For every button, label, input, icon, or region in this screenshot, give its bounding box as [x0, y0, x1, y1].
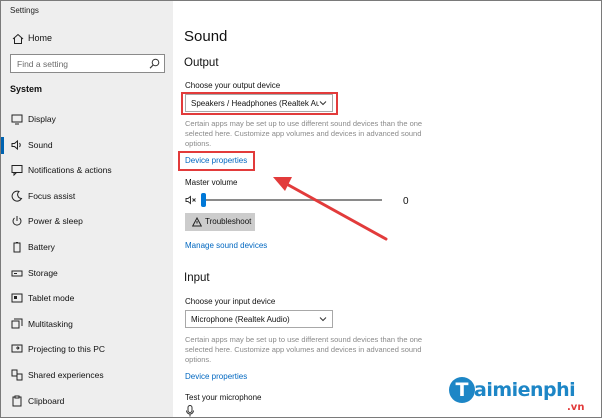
nav-list: Display Sound Notifications & actions Fo… [1, 107, 173, 414]
section-label-system: System [10, 84, 43, 94]
search-icon [149, 58, 160, 69]
input-device-dropdown[interactable]: Microphone (Realtek Audio) [185, 310, 333, 328]
sidebar: Settings Home Find a setting System Disp… [1, 1, 173, 417]
sidebar-item-label: Storage [28, 267, 58, 278]
sidebar-item-storage[interactable]: Storage [1, 261, 173, 287]
manage-sound-devices-link[interactable]: Manage sound devices [185, 241, 267, 250]
highlight-box [178, 151, 255, 171]
master-volume-label: Master volume [185, 178, 238, 187]
sidebar-item-label: Focus assist [28, 190, 76, 201]
window-title: Settings [10, 6, 39, 15]
sidebar-item-display[interactable]: Display [1, 107, 173, 133]
clipboard-icon [12, 395, 22, 407]
settings-window: Settings Home Find a setting System Disp… [0, 0, 602, 418]
tablet-icon [11, 293, 23, 303]
output-note: Certain apps may be set up to use differ… [185, 119, 423, 148]
watermark-brand: aimienphi [474, 379, 576, 401]
multitasking-icon [11, 318, 23, 329]
warning-icon [192, 217, 202, 227]
home-icon [12, 33, 24, 44]
sidebar-item-battery[interactable]: Battery [1, 235, 173, 261]
sidebar-item-tablet-mode[interactable]: Tablet mode [1, 286, 173, 312]
input-device-value: Microphone (Realtek Audio) [191, 315, 290, 324]
sidebar-item-label: Sound [28, 139, 53, 150]
projector-icon [11, 344, 23, 353]
power-icon [12, 216, 22, 226]
annotation-arrow [273, 177, 388, 241]
watermark-logo: T aimienphi .vn [449, 373, 599, 417]
test-microphone-label: Test your microphone [185, 393, 262, 402]
input-device-label: Choose your input device [185, 297, 276, 306]
microphone-icon [186, 405, 194, 417]
moon-icon [11, 190, 23, 202]
sidebar-item-label: Power & sleep [28, 216, 83, 227]
highlight-box [181, 92, 338, 115]
nav-home[interactable]: Home [1, 29, 173, 49]
sidebar-item-sound[interactable]: Sound [1, 133, 173, 159]
sidebar-item-clipboard[interactable]: Clipboard [1, 389, 173, 415]
sidebar-item-label: Shared experiences [28, 369, 104, 380]
chevron-down-icon [319, 317, 327, 322]
storage-icon [11, 270, 23, 277]
sidebar-item-label: Clipboard [28, 395, 65, 406]
sidebar-item-label: Projecting to this PC [28, 344, 106, 355]
watermark-letter: T [455, 379, 469, 401]
nav-home-label: Home [28, 33, 53, 43]
sidebar-item-power-sleep[interactable]: Power & sleep [1, 209, 173, 235]
sidebar-item-shared-experiences[interactable]: Shared experiences [1, 363, 173, 389]
troubleshoot-button[interactable]: Troubleshoot [185, 213, 255, 231]
input-device-properties-link[interactable]: Device properties [185, 372, 247, 381]
slider-thumb[interactable] [201, 193, 206, 207]
notification-icon [11, 165, 23, 177]
watermark-badge: T [449, 377, 475, 403]
battery-icon [13, 241, 21, 253]
sidebar-item-projecting[interactable]: Projecting to this PC [1, 337, 173, 363]
sidebar-item-label: Multitasking [28, 318, 73, 329]
output-heading: Output [184, 57, 219, 69]
shared-icon [11, 369, 23, 381]
sidebar-item-multitasking[interactable]: Multitasking [1, 312, 173, 338]
search-placeholder: Find a setting [17, 59, 69, 69]
input-note: Certain apps may be set up to use differ… [185, 335, 423, 364]
sidebar-item-notifications[interactable]: Notifications & actions [1, 158, 173, 184]
volume-value: 0 [403, 196, 409, 207]
page-title: Sound [184, 28, 228, 45]
sidebar-item-label: Battery [28, 241, 55, 252]
search-input[interactable]: Find a setting [10, 54, 165, 73]
troubleshoot-label: Troubleshoot [205, 217, 252, 226]
sidebar-item-label: Tablet mode [28, 293, 75, 304]
sidebar-item-focus-assist[interactable]: Focus assist [1, 184, 173, 210]
watermark-suffix: .vn [567, 402, 585, 413]
input-heading: Input [184, 272, 210, 284]
output-device-label: Choose your output device [185, 81, 281, 90]
sidebar-item-label: Display [28, 114, 56, 124]
display-icon [11, 114, 23, 125]
muted-speaker-icon [185, 195, 196, 205]
speaker-icon [11, 139, 21, 150]
sidebar-item-label: Notifications & actions [28, 165, 112, 176]
